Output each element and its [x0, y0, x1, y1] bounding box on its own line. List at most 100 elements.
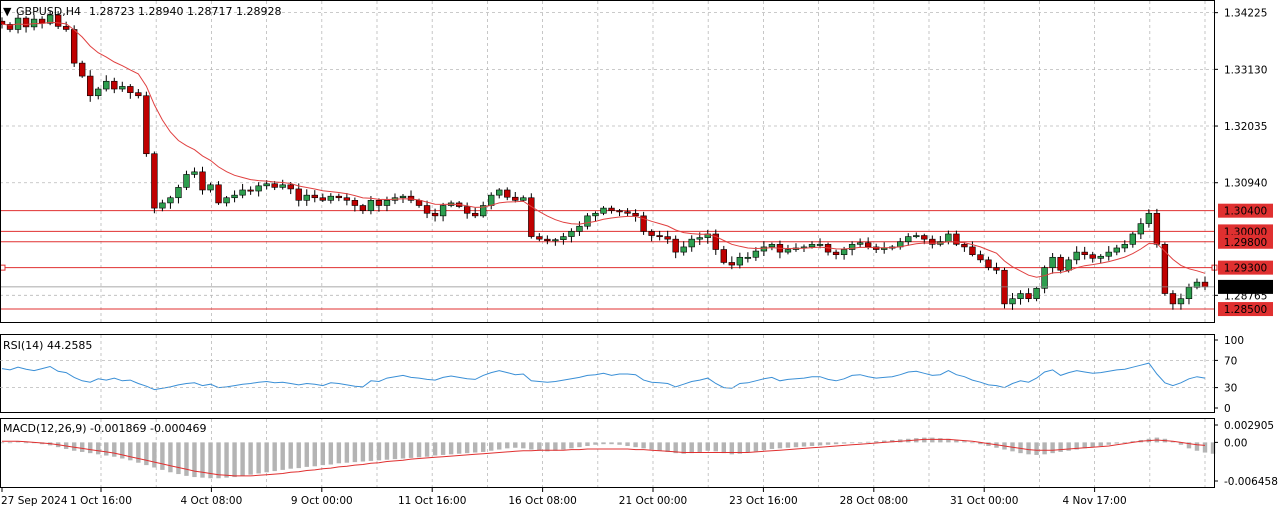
candle-bull	[103, 80, 110, 90]
candle-bull	[816, 244, 824, 246]
candle-bear	[728, 262, 736, 266]
candle-bull	[1105, 251, 1112, 257]
macd-bar	[793, 442, 799, 448]
macd-bar	[480, 442, 486, 452]
macd-bar	[938, 438, 943, 443]
macd-bar	[777, 442, 783, 449]
macd-bar	[280, 442, 285, 470]
chart-window[interactable]: 1.342251.331301.320351.309401.28765 1.30…	[0, 0, 1280, 507]
rsi-tick-label: 100	[1224, 335, 1244, 347]
candle-bull	[399, 195, 407, 199]
macd-bar	[745, 442, 751, 453]
candle-bull	[119, 86, 126, 90]
macd-bar	[392, 442, 398, 460]
macd-bar	[1090, 442, 1095, 448]
candle-bear	[151, 153, 158, 209]
time-tick-label: 4 Nov 17:00	[1063, 495, 1127, 507]
macd-bar	[569, 442, 574, 449]
candle-bear	[143, 95, 150, 155]
candle-bear	[423, 205, 431, 214]
candle-bull	[752, 250, 760, 258]
rsi-tick-label: 70	[1224, 355, 1237, 367]
macd-bar	[368, 442, 374, 461]
candle-bull	[327, 195, 335, 201]
candle-bull	[1017, 293, 1024, 300]
macd-bar	[577, 442, 582, 448]
macd-bar	[128, 442, 133, 461]
candle-bull	[239, 189, 246, 196]
macd-bar	[553, 442, 558, 451]
candle-bull	[945, 233, 952, 243]
macd-bar	[873, 441, 879, 443]
candlestick-series	[0, 10, 1209, 310]
level-tag-label: 1.29800	[1224, 237, 1267, 249]
symbol-dropdown-arrow-icon[interactable]: ▼	[3, 5, 12, 18]
macd-bar	[152, 442, 157, 468]
macd-bar	[1034, 442, 1039, 455]
candle-bear	[977, 254, 984, 261]
macd-bar	[288, 442, 293, 469]
macd-bar	[112, 442, 117, 457]
macd-bar	[817, 442, 823, 446]
macd-bar	[416, 442, 422, 458]
macd-bar	[136, 442, 141, 463]
macd-bar	[256, 442, 261, 474]
candle-bull	[576, 225, 583, 232]
macd-bar	[1114, 442, 1119, 444]
grid-layer	[0, 1, 1214, 487]
candle-bull	[439, 205, 447, 217]
candle-bear	[921, 235, 928, 240]
macd-axis: 0.002905 0.00 -0.006458	[1214, 420, 1278, 488]
candle-bear	[351, 200, 359, 206]
candle-bull	[1121, 244, 1128, 249]
candle-bull	[1097, 255, 1104, 259]
candle-bull	[30, 18, 38, 28]
candle-bear	[431, 212, 439, 217]
candle-bull	[167, 197, 174, 204]
candle-bull	[223, 197, 230, 204]
candle-bull	[255, 185, 262, 192]
rsi-pane-border	[0, 334, 1215, 413]
macd-bar	[96, 442, 101, 455]
candle-bull	[207, 184, 214, 191]
macd-bar	[489, 442, 494, 451]
candle-bear	[1057, 256, 1064, 271]
candle-bear	[656, 235, 663, 238]
candle-bear	[295, 188, 302, 201]
candle-bull	[688, 238, 695, 248]
macd-title: MACD(12,26,9) -0.001869 -0.000469	[3, 422, 206, 435]
candle-bull	[584, 215, 591, 227]
candle-bull	[744, 256, 752, 259]
time-axis[interactable]: 27 Sep 2024 1 Oct 16:00 4 Oct 08:00 9 Oct 0…	[1, 488, 1127, 507]
macd-bar	[184, 442, 189, 476]
candle-bear	[672, 238, 679, 253]
candle-bull	[1145, 212, 1153, 224]
candle-bull	[95, 88, 102, 97]
time-tick-label: 21 Oct 00:00	[619, 495, 687, 507]
candle-bull	[367, 200, 375, 211]
candle-bear	[1169, 293, 1177, 305]
macd-bar	[7, 442, 13, 444]
macd-bar	[1194, 442, 1200, 451]
macd-bar	[633, 442, 638, 448]
time-tick-label: 28 Oct 08:00	[840, 495, 908, 507]
macd-histogram	[0, 437, 1216, 479]
macd-bar	[240, 442, 245, 476]
macd-bar	[88, 442, 93, 454]
candle-bear	[1201, 281, 1209, 288]
macd-bar	[697, 442, 702, 452]
macd-bar	[721, 442, 727, 454]
macd-bar	[601, 442, 606, 445]
candle-bear	[215, 184, 222, 204]
candle-bull	[768, 244, 776, 248]
candle-bear	[969, 246, 976, 255]
candle-bull	[592, 212, 599, 217]
symbol-timeframe[interactable]: GBPUSD,H4	[16, 5, 81, 18]
candle-bull	[1049, 256, 1056, 268]
macd-bar	[537, 442, 542, 451]
price-axis[interactable]: 1.342251.331301.320351.309401.28765	[1214, 8, 1267, 303]
level-tag-label: 1.30400	[1224, 206, 1267, 218]
macd-bar	[625, 442, 630, 446]
candle-bull	[520, 197, 527, 201]
macd-bar	[224, 442, 229, 478]
